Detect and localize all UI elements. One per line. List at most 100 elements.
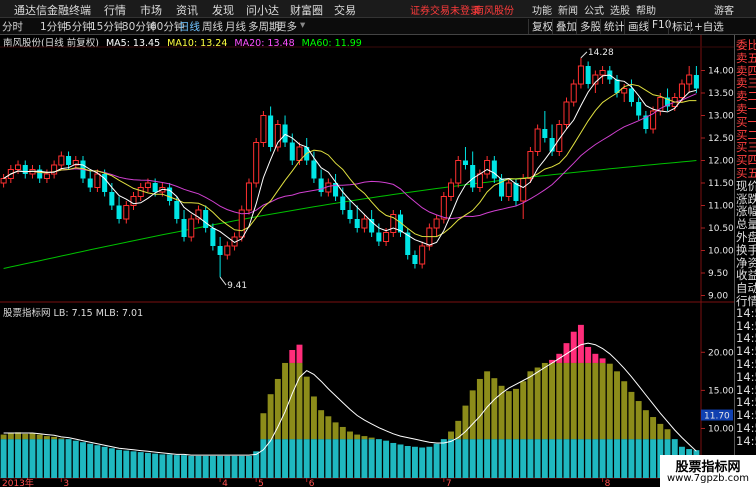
lb-bar-mid [267,394,274,440]
lb-bar-mid [303,376,310,440]
lb-bar-mid [563,362,570,440]
lb-bar-base [144,452,151,478]
candle-body [224,245,231,256]
candle-body [484,160,491,175]
lb-bar-base [383,440,390,478]
price-y-axis: 9.00 9.50 10.00 10.50 11.00 11.50 12.00 12.50 13… [701,67,734,302]
lb-bar-mid [296,362,303,440]
lb-bar-base [152,453,159,478]
lb-bar-mid [469,390,476,440]
lb-bar-base [556,439,563,478]
lb-bar-base [469,439,476,478]
lb-bar-mid [599,362,606,440]
lb-bar-base [614,439,620,478]
candle-body [556,124,563,152]
lb-bar-base [577,439,584,478]
lb-bar-mid [22,433,29,440]
lb-bar-base [541,439,548,478]
candle-body [505,182,512,197]
lb-bar-mid [325,416,332,440]
anno-leader [219,276,227,286]
anno-label: 9.41 [227,281,247,291]
lb-bar-top [585,346,592,363]
lb-bar-base [94,445,101,478]
lb-bar-base [0,439,7,478]
candle-body [636,102,642,116]
lb-bar-mid [549,362,556,440]
lb-bar-base [419,447,426,478]
candle-body [22,165,28,174]
lb-bar-mid [614,371,620,440]
month-label: 7 [446,479,452,487]
candle-body [137,187,144,197]
lb-bar-base [534,439,541,478]
candle-body [599,70,606,76]
lb-bar-base [253,451,260,478]
month-label: 6 [309,479,315,487]
lb-bar-base [209,455,216,478]
candle-body [513,183,519,201]
lb-bar-base [484,439,491,478]
lb-bar-base [527,439,534,478]
lb-bar-base [491,439,498,478]
lb-bar-base [433,443,440,478]
candle-body [203,210,209,228]
lb-bar-base [549,439,556,478]
candle-body [369,219,375,233]
candle-body [433,218,440,229]
candle-body [289,142,295,161]
lb-bar-base [628,439,635,478]
lb-bar-base [36,439,43,478]
lb-bar-mid [635,401,642,440]
lb-bar-base [217,455,224,478]
price-tick-label: 9.50 [708,269,728,279]
price-tick-label: 12.00 [708,157,734,167]
price-tick-label: 12.50 [708,134,734,144]
lb-bar-mid [36,434,43,440]
candle-body [534,128,541,152]
lb-bar-mid [29,433,36,440]
lb-bar-mid [282,362,289,440]
lb-bar-base [339,439,346,478]
lb-bar-base [51,439,58,478]
candle-body [311,160,317,179]
kline-chart[interactable]: 9.00 9.50 10.00 10.50 11.00 11.50 12.00 12.50 13… [0,0,734,487]
candle-body [476,173,483,188]
lb-bar-mid [476,378,483,440]
lb-bar-base [260,439,267,478]
month-label: 3 [63,479,69,487]
lb-bar-base [397,444,404,478]
candle-body [520,178,527,202]
lb-bar-base [599,439,606,478]
price-tick-label: 13.00 [708,112,734,122]
candle-body [527,151,534,179]
candle-body [188,218,195,238]
lb-bar-top [592,353,599,363]
lb-bar-base [80,442,86,478]
lb-bar-mid [621,381,628,440]
lb-bar-base [621,439,628,478]
candle-body [66,156,72,165]
month-label: 8 [605,479,611,487]
candle-body [678,83,685,98]
lb-bar-base [224,455,231,478]
candle-body [210,228,216,246]
lb-bar-base [116,449,123,478]
lb-bar-mid [513,388,519,440]
candle-body [491,160,497,179]
lb-bar-base [173,455,180,478]
lb-bar-mid [541,362,548,440]
lb-bar-mid [577,362,584,440]
candle-body [116,205,122,219]
price-tick-label: 10.50 [708,224,734,234]
candle-body [361,218,368,229]
lb-bar-mid [657,423,664,440]
lb-bar-base [325,439,332,478]
lb-bar-base [231,455,238,478]
lb-bar-base [592,439,599,478]
lb-bar-mid [7,433,14,440]
lb-bar-base [108,448,115,478]
candle-body [570,83,577,103]
price-tick-label: 13.50 [708,89,734,99]
lb-bar-base [375,439,382,478]
